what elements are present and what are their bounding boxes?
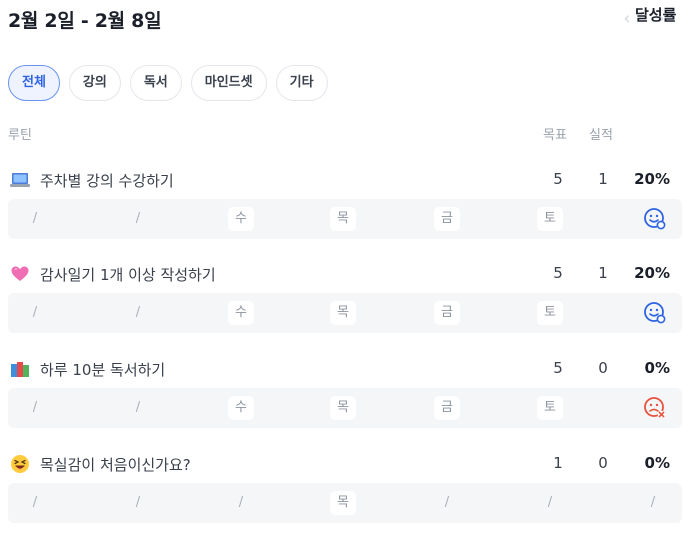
day-cell[interactable]: / bbox=[125, 301, 151, 325]
books-emoji bbox=[11, 362, 29, 377]
week-tracker: / / 수 목 금 토 bbox=[8, 293, 682, 333]
day-cell[interactable]: / bbox=[22, 396, 48, 420]
day-cell[interactable]: 수 bbox=[228, 301, 254, 325]
day-cell[interactable]: 금 bbox=[434, 207, 460, 231]
day-cell[interactable]: 토 bbox=[537, 301, 563, 325]
day-cell[interactable]: 목 bbox=[330, 491, 356, 515]
day-cell[interactable]: 목 bbox=[330, 301, 356, 325]
day-cell[interactable]: / bbox=[640, 491, 666, 515]
routine-item: 감사일기 1개 이상 작성하기 5 1 20% / / 수 목 금 토 bbox=[0, 260, 686, 350]
category-tabs: 전체 강의 독서 마인드셋 기타 bbox=[8, 65, 328, 101]
routine-row[interactable]: 목실감이 처음이신가요? 1 0 0% bbox=[8, 450, 678, 480]
day-cell[interactable]: 목 bbox=[330, 207, 356, 231]
week-title: 2월 2일 - 2월 8일 bbox=[8, 10, 162, 32]
actual-value: 1 bbox=[598, 170, 608, 188]
day-cell[interactable]: / bbox=[125, 491, 151, 515]
goal-value: 5 bbox=[553, 170, 563, 188]
column-header-rate: 달성률 bbox=[635, 6, 677, 24]
routine-name: 감사일기 1개 이상 작성하기 bbox=[40, 266, 216, 284]
tab-reading[interactable]: 독서 bbox=[129, 65, 182, 101]
routine-row[interactable]: 주차별 강의 수강하기 5 1 20% bbox=[8, 166, 678, 196]
routine-item: 하루 10분 독서하기 5 0 0% / / 수 목 금 토 bbox=[0, 355, 686, 445]
routine-name: 하루 10분 독서하기 bbox=[40, 361, 166, 379]
routine-row[interactable]: 감사일기 1개 이상 작성하기 5 1 20% bbox=[8, 260, 678, 290]
day-cell[interactable]: / bbox=[22, 207, 48, 231]
day-cell[interactable]: / bbox=[537, 491, 563, 515]
routine-row[interactable]: 하루 10분 독서하기 5 0 0% bbox=[8, 355, 678, 385]
week-tracker: / / / 목 / / / bbox=[8, 483, 682, 523]
tab-all[interactable]: 전체 bbox=[8, 65, 60, 101]
routine-item: 목실감이 처음이신가요? 1 0 0% / / / 목 / / / bbox=[0, 450, 686, 540]
day-cell[interactable]: 수 bbox=[228, 396, 254, 420]
tab-other[interactable]: 기타 bbox=[275, 65, 328, 101]
day-cell[interactable]: / bbox=[228, 491, 254, 515]
heart-emoji bbox=[11, 266, 29, 281]
goal-value: 5 bbox=[553, 359, 563, 377]
day-cell[interactable]: 금 bbox=[434, 396, 460, 420]
actual-value: 0 bbox=[598, 454, 608, 472]
routine-name: 목실감이 처음이신가요? bbox=[40, 456, 191, 474]
rate-value: 0% bbox=[644, 454, 670, 472]
rate-value: 0% bbox=[644, 359, 670, 377]
rate-value: 20% bbox=[634, 170, 670, 188]
week-tracker: / / 수 목 금 토 bbox=[8, 388, 682, 428]
actual-value: 0 bbox=[598, 359, 608, 377]
week-header: 2월 2일 - 2월 8일 ‹ › bbox=[8, 4, 678, 32]
day-cell[interactable]: 목 bbox=[330, 396, 356, 420]
routine-name: 주차별 강의 수강하기 bbox=[40, 172, 174, 190]
day-cell[interactable]: 수 bbox=[228, 207, 254, 231]
actual-value: 1 bbox=[598, 264, 608, 282]
day-cell[interactable]: 금 bbox=[434, 301, 460, 325]
goal-value: 1 bbox=[553, 454, 563, 472]
day-cell[interactable]: / bbox=[125, 396, 151, 420]
day-cell[interactable]: / bbox=[125, 207, 151, 231]
column-header-goal: 목표 bbox=[543, 128, 567, 143]
smile-icon bbox=[644, 208, 666, 230]
rate-value: 20% bbox=[634, 264, 670, 282]
grin-squint-emoji bbox=[11, 455, 29, 473]
goal-value: 5 bbox=[553, 264, 563, 282]
day-cell[interactable]: 토 bbox=[537, 396, 563, 420]
day-cell[interactable]: / bbox=[22, 491, 48, 515]
column-header-actual: 실적 bbox=[589, 128, 613, 143]
laptop-emoji bbox=[10, 173, 30, 187]
tab-mindset[interactable]: 마인드셋 bbox=[190, 65, 267, 101]
routine-item: 주차별 강의 수강하기 5 1 20% / / 수 목 금 토 bbox=[0, 166, 686, 256]
day-cell[interactable]: 토 bbox=[537, 207, 563, 231]
smile-icon bbox=[644, 302, 666, 324]
tab-lecture[interactable]: 강의 bbox=[68, 65, 121, 101]
day-cell[interactable]: / bbox=[434, 491, 460, 515]
sad-icon bbox=[644, 397, 666, 419]
week-tracker: / / 수 목 금 토 bbox=[8, 199, 682, 239]
day-cell[interactable]: / bbox=[22, 301, 48, 325]
